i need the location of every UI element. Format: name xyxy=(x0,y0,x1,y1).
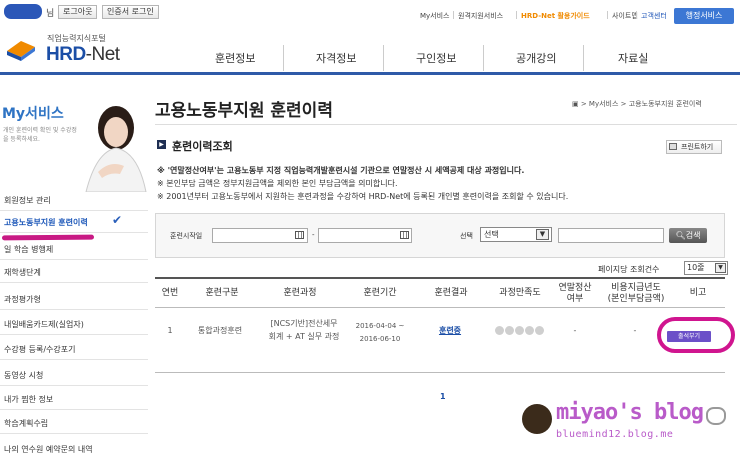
hrd-logo-icon xyxy=(7,41,35,61)
select-label: 선택 xyxy=(460,232,473,240)
logo-subtitle: 직업능력지식포털 xyxy=(47,34,106,43)
user-name-redacted xyxy=(4,4,42,19)
watermark-title: miyao's blog xyxy=(556,400,704,425)
title-divider xyxy=(155,124,737,125)
chevron-down-icon[interactable]: ▼ xyxy=(715,263,726,273)
nav-certification-info[interactable]: 자격정보 xyxy=(316,50,356,66)
table-top-border xyxy=(155,277,725,279)
col-tax: 연말정산 여부 xyxy=(558,283,592,304)
start-date-from-input[interactable] xyxy=(212,228,308,243)
sidebar-item-learning-plan[interactable]: 학습계획수립 xyxy=(0,414,148,434)
cell-cost: - xyxy=(633,326,637,335)
star-icon xyxy=(535,326,544,335)
star-icon xyxy=(505,326,514,335)
breadcrumb: ▣ > My서비스 > 고용노동부지원 훈련이력 xyxy=(572,100,702,108)
cell-tax: - xyxy=(573,326,577,335)
sidebar-item-training-history[interactable]: 고용노동부지원 훈련이력 xyxy=(0,213,148,233)
cell-type: 통합과정훈련 xyxy=(197,326,243,335)
section-bullet-icon: ▶ xyxy=(157,140,166,149)
pagination-current[interactable]: 1 xyxy=(440,392,446,401)
admin-service-button[interactable]: 행정서비스 xyxy=(674,8,734,24)
sidebar-item-tomorrow-card[interactable]: 내일배움카드제(실업자) xyxy=(0,315,148,335)
table-bottom-border xyxy=(155,372,725,373)
section-title: 훈련이력조회 xyxy=(172,140,233,153)
note-since-2001: ※ 2001년부터 고용노동부에서 지원하는 훈련과정을 수강하여 HRD-Ne… xyxy=(157,192,569,201)
calendar-icon[interactable] xyxy=(295,231,304,239)
sidebar-item-member-info[interactable]: 회원정보 관리 xyxy=(0,191,148,211)
sidebar-item-review[interactable]: 수강평 등록/수강포기 xyxy=(0,340,148,360)
col-note: 비고 xyxy=(689,288,707,298)
col-no: 연번 xyxy=(161,288,179,298)
start-date-label: 훈련시작일 xyxy=(170,232,203,240)
link-customer-center[interactable]: 고객센터 xyxy=(641,11,667,21)
logout-button[interactable]: 로그아웃 xyxy=(58,5,98,19)
sidebar-item-student-stage[interactable]: 재학생단계 xyxy=(0,263,148,283)
service-model-photo xyxy=(85,106,147,192)
col-course: 훈련과정 xyxy=(283,288,317,298)
nav-resources[interactable]: 자료실 xyxy=(618,50,648,66)
cell-period-start: 2016-04-04 ~ xyxy=(355,322,405,330)
link-hrd-guide[interactable]: HRD-Net 활용가이드 xyxy=(521,11,590,21)
cert-login-button[interactable]: 인증서 로그인 xyxy=(102,5,159,19)
search-keyword-input[interactable] xyxy=(558,228,664,243)
cell-result-link[interactable]: 훈련중 xyxy=(430,325,470,337)
sidebar-item-favorites[interactable]: 내가 찜한 정보 xyxy=(0,390,148,410)
printer-icon xyxy=(669,143,677,150)
main-nav: 훈련정보 자격정보 구인정보 공개강의 자료실 xyxy=(180,41,690,73)
star-icon xyxy=(495,326,504,335)
star-icon xyxy=(525,326,534,335)
page-title: 고용노동부지원 훈련이력 xyxy=(155,101,333,121)
sidebar-item-reservation[interactable]: 나의 연수원 예약문의 내역 xyxy=(0,440,148,460)
logo-text[interactable]: HRD-Net xyxy=(46,44,120,66)
col-period: 훈련기간 xyxy=(363,288,397,298)
note-tax: ※ '연말정산여부'는 고용노동부 지정 직업능력개발훈련시설 기관으로 연말정… xyxy=(157,166,525,175)
col-type: 훈련구분 xyxy=(205,288,239,298)
cat-icon xyxy=(706,407,726,425)
blog-avatar xyxy=(522,404,552,434)
sidebar-title: My서비스 xyxy=(2,106,64,122)
table-header-divider xyxy=(155,307,725,308)
nav-job-info[interactable]: 구인정보 xyxy=(416,50,456,66)
nav-divider xyxy=(0,72,740,75)
search-button[interactable]: 🔍︎검색 xyxy=(669,228,707,243)
col-satisfaction: 과정만족도 xyxy=(499,288,541,298)
link-remote-support[interactable]: 원격지원서비스 xyxy=(458,11,503,21)
link-sitemap[interactable]: 사이트맵 xyxy=(612,11,638,21)
link-myservice[interactable]: My서비스 xyxy=(420,11,450,21)
start-date-to-input[interactable] xyxy=(318,228,412,243)
nav-open-lecture[interactable]: 공개강의 xyxy=(516,50,556,66)
col-cost: 비용지급년도 (본인부담금액) xyxy=(607,283,665,304)
star-icon xyxy=(515,326,524,335)
calendar-icon[interactable] xyxy=(400,231,409,239)
user-suffix: 님 xyxy=(46,9,55,19)
sidebar-item-work-learning[interactable]: 일 학습 병행제 xyxy=(0,240,148,260)
sidebar-item-course-eval[interactable]: 과정평가형 xyxy=(0,290,148,310)
cell-course-line2: 회계 + AT 실무 과정 xyxy=(268,332,340,341)
nav-training-info[interactable]: 훈련정보 xyxy=(215,50,255,66)
check-icon: ✔ xyxy=(112,213,123,227)
chevron-down-icon[interactable]: ▼ xyxy=(536,229,549,240)
col-result: 훈련결과 xyxy=(434,288,468,298)
top-utility-bar: 님 로그아웃 인증서 로그인 My서비스 원격지원서비스 HRD-Net 활용가… xyxy=(0,0,740,30)
cell-period-end: 2016-06-10 xyxy=(359,335,401,343)
cell-course-line1: [NCS기반]전산세무 xyxy=(270,319,338,328)
per-page-label: 페이지당 조회건수 xyxy=(598,265,660,274)
highlight-circle xyxy=(657,317,735,353)
cell-no: 1 xyxy=(167,326,173,335)
note-self-pay: ※ 본인부담 금액은 정부지원금액을 제외한 본인 부담금액을 의미합니다. xyxy=(157,179,398,188)
sidebar-item-video[interactable]: 동영상 시청 xyxy=(0,366,148,386)
satisfaction-stars xyxy=(490,326,550,339)
watermark-url: bluemind12.blog.me xyxy=(556,429,674,440)
date-range-dash: - xyxy=(312,231,315,239)
